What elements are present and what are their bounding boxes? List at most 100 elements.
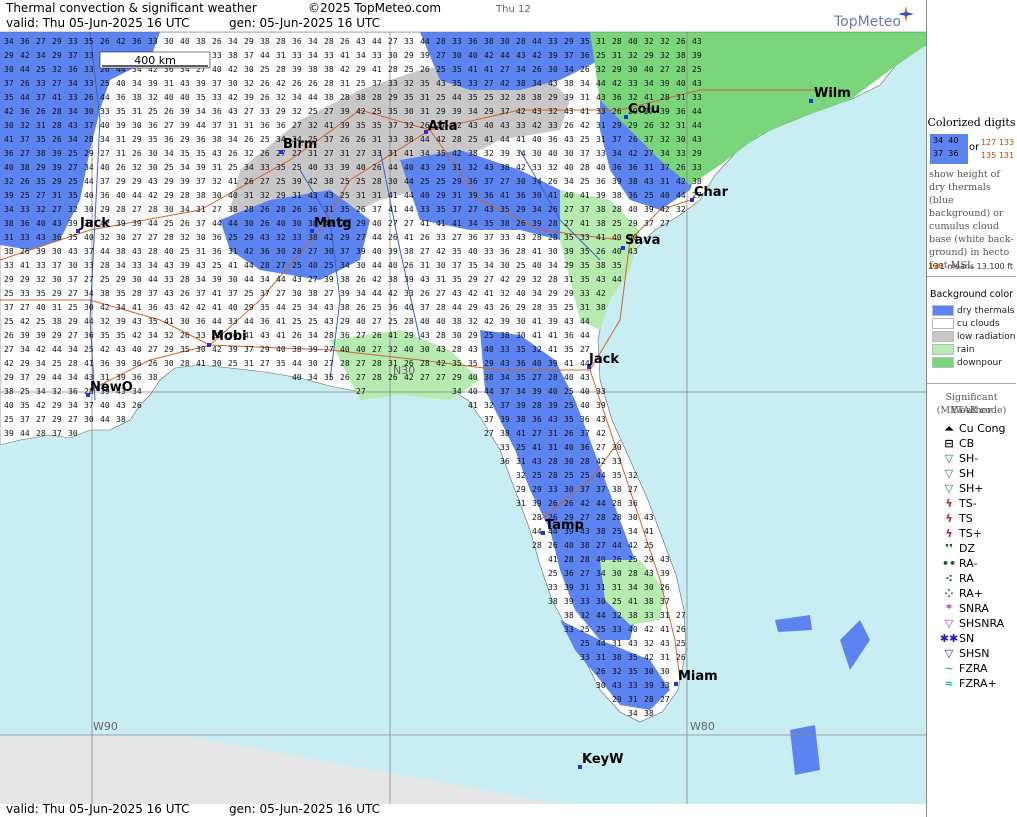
thermal-digit: 33 xyxy=(404,289,414,298)
thermal-digit: 38 xyxy=(308,289,318,298)
color-swatch xyxy=(932,331,954,342)
thermal-digit: 27 xyxy=(596,443,606,452)
day-tab[interactable]: Thu 12 xyxy=(496,4,531,15)
thermal-digit: 44 xyxy=(244,317,254,326)
thermal-digit: 34 xyxy=(164,149,174,158)
city-label[interactable]: Tamp xyxy=(545,518,584,533)
thermal-digit: 39 xyxy=(36,247,46,256)
thermal-digit: 34 xyxy=(260,275,270,284)
thermal-digit: 30 xyxy=(532,191,542,200)
city-label[interactable]: Mntg xyxy=(314,216,352,231)
thermal-digit: 29 xyxy=(644,555,654,564)
city-label[interactable]: Wilm xyxy=(814,86,851,101)
city-label[interactable]: Birm xyxy=(283,137,317,152)
city-label[interactable]: NewO xyxy=(90,380,133,395)
thermal-digit: 32 xyxy=(660,121,670,130)
thermal-digit: 29 xyxy=(484,359,494,368)
thermal-digit: 35 xyxy=(628,653,638,662)
thermal-digit: 37 xyxy=(388,121,398,130)
thermal-digit: 40 xyxy=(564,191,574,200)
thermal-digit: 40 xyxy=(596,163,606,172)
thermal-digit: 43 xyxy=(420,275,430,284)
thermal-digit: 33 xyxy=(548,121,558,130)
thermal-digit: 44 xyxy=(484,387,494,396)
city-label[interactable]: Mobi xyxy=(211,329,247,344)
thermal-digit: 26 xyxy=(84,93,94,102)
thermal-digit: 29 xyxy=(548,289,558,298)
thermal-digit: 25 xyxy=(340,191,350,200)
thermal-digit: 42 xyxy=(580,121,590,130)
city-label[interactable]: Miam xyxy=(678,669,718,684)
thermal-digit: 30 xyxy=(452,331,462,340)
thermal-digit: 28 xyxy=(436,331,446,340)
thermal-digit: 30 xyxy=(276,247,286,256)
thermal-digit: 39 xyxy=(468,191,478,200)
thermal-digit: 26 xyxy=(100,37,110,46)
thermal-digit: 27 xyxy=(52,205,62,214)
thermal-digit: 36 xyxy=(100,191,110,200)
thermal-digit: 28 xyxy=(132,289,142,298)
thermal-digit: 40 xyxy=(532,261,542,270)
thermal-digit: 44 xyxy=(228,219,238,228)
thermal-digit: 41 xyxy=(532,331,542,340)
thermal-digit: 29 xyxy=(340,317,350,326)
city-label[interactable]: Colu xyxy=(628,102,660,117)
thermal-digit: 44 xyxy=(404,191,414,200)
thermal-digit: 40 xyxy=(276,345,286,354)
thermal-digit: 35 xyxy=(420,79,430,88)
city-label[interactable]: Atla xyxy=(428,119,458,134)
thermal-digit: 39 xyxy=(340,121,350,130)
thermal-digit: 41 xyxy=(484,65,494,74)
thermal-digit: 28 xyxy=(340,93,350,102)
thermal-digit: 28 xyxy=(388,65,398,74)
thermal-digit: 30 xyxy=(500,261,510,270)
thermal-digit: 41 xyxy=(532,443,542,452)
thermal-digit: 42 xyxy=(196,303,206,312)
thermal-digit: 42 xyxy=(532,121,542,130)
thermal-digit: 26 xyxy=(244,135,254,144)
thermal-digit: 26 xyxy=(564,121,574,130)
thermal-digit: 31 xyxy=(372,135,382,144)
thermal-digit: 42 xyxy=(500,275,510,284)
thermal-digit: 36 xyxy=(580,51,590,60)
thermal-digit: 27 xyxy=(212,205,222,214)
thermal-digit: 26 xyxy=(340,373,350,382)
thermal-digit: 28 xyxy=(244,205,254,214)
thermal-digit: 31 xyxy=(676,121,686,130)
thermal-digit: 40 xyxy=(548,387,558,396)
city-label[interactable]: Jack xyxy=(588,352,619,367)
thermal-digit: 25 xyxy=(356,177,366,186)
thermal-digit: 27 xyxy=(148,345,158,354)
thermal-digit: 29 xyxy=(564,37,574,46)
thermal-digit: 35 xyxy=(436,149,446,158)
city-label[interactable]: Char xyxy=(694,185,729,200)
thermal-digit: 33 xyxy=(676,149,686,158)
thermal-digit: 31 xyxy=(340,79,350,88)
thermal-digit: 34 xyxy=(452,387,462,396)
city-label[interactable]: Sava xyxy=(625,233,660,248)
thermal-digit: 43 xyxy=(532,457,542,466)
thermal-digit: 44 xyxy=(692,107,702,116)
thermal-digit: 38 xyxy=(228,51,238,60)
topmeteo-logo[interactable]: TopMeteo xyxy=(834,14,901,30)
thermal-digit: 30 xyxy=(500,37,510,46)
thermal-digit: 31 xyxy=(596,37,606,46)
thermal-digit: 37 xyxy=(484,177,494,186)
thermal-digit: 27 xyxy=(388,37,398,46)
wx-legend-item: ϟ TS- xyxy=(939,497,976,510)
thermal-digit: 27 xyxy=(484,429,494,438)
city-label[interactable]: Jack xyxy=(79,216,110,231)
sig-weather-subtitle: (METAR code) xyxy=(936,405,1007,416)
thermal-digit: 30 xyxy=(292,289,302,298)
thermal-digit: 34 xyxy=(68,373,78,382)
thermal-digit: 26 xyxy=(148,359,158,368)
thermal-digit: 36 xyxy=(468,177,478,186)
thermal-digit: 36 xyxy=(516,359,526,368)
thermal-digit: 29 xyxy=(484,107,494,116)
thermal-digit: 27 xyxy=(436,289,446,298)
city-label[interactable]: KeyW xyxy=(582,752,623,767)
thermal-digit: 42 xyxy=(596,457,606,466)
thermal-digit: 39 xyxy=(692,51,702,60)
thermal-digit: 25 xyxy=(436,177,446,186)
thermal-digit: 32 xyxy=(4,177,14,186)
